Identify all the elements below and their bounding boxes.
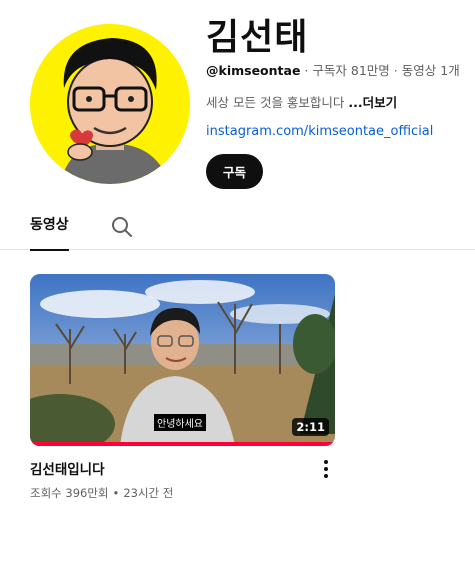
more-vert-icon[interactable] (318, 458, 334, 480)
separator-dot: · (393, 63, 398, 78)
video-caption-overlay: 안녕하세요 (154, 414, 206, 431)
channel-meta: @kimseontae · 구독자 81만명 · 동영상 1개 (206, 60, 460, 79)
separator-dot: · (304, 63, 309, 78)
tab-videos[interactable]: 동영상 (30, 214, 69, 251)
watch-progress-bar (30, 442, 335, 446)
channel-description: 세상 모든 것을 홍보합니다 ...더보기 (206, 92, 397, 111)
channel-avatar[interactable] (30, 24, 190, 184)
video-count: 동영상 1개 (401, 63, 460, 78)
channel-link[interactable]: instagram.com/kimseontae_official (206, 124, 433, 139)
upload-age: 23시간 전 (123, 486, 174, 500)
search-icon[interactable] (110, 215, 134, 239)
more-vert-glyph (324, 460, 328, 478)
video-thumbnail[interactable]: 안녕하세요 2:11 (30, 274, 335, 446)
search-icon-glyph (112, 217, 132, 237)
channel-name: 김선태 (206, 17, 309, 58)
subscriber-count: 구독자 81만명 (312, 63, 390, 78)
channel-handle: @kimseontae (206, 63, 301, 78)
subscribe-button[interactable]: 구독 (206, 154, 263, 189)
video-title[interactable]: 김선태입니다 (30, 458, 105, 478)
video-stats: 조회수 396만회 • 23시간 전 (30, 485, 173, 501)
more-link[interactable]: ...더보기 (348, 95, 397, 110)
avatar-caricature-image (30, 24, 190, 184)
view-count: 조회수 396만회 (30, 486, 109, 500)
description-text: 세상 모든 것을 홍보합니다 (206, 95, 345, 110)
channel-tabs: 동영상 (0, 204, 475, 251)
separator-dot: • (112, 486, 120, 500)
video-duration-badge: 2:11 (292, 418, 329, 436)
video-card[interactable]: 안녕하세요 2:11 김선태입니다 조회수 396만회 • 23시간 전 (30, 274, 335, 500)
